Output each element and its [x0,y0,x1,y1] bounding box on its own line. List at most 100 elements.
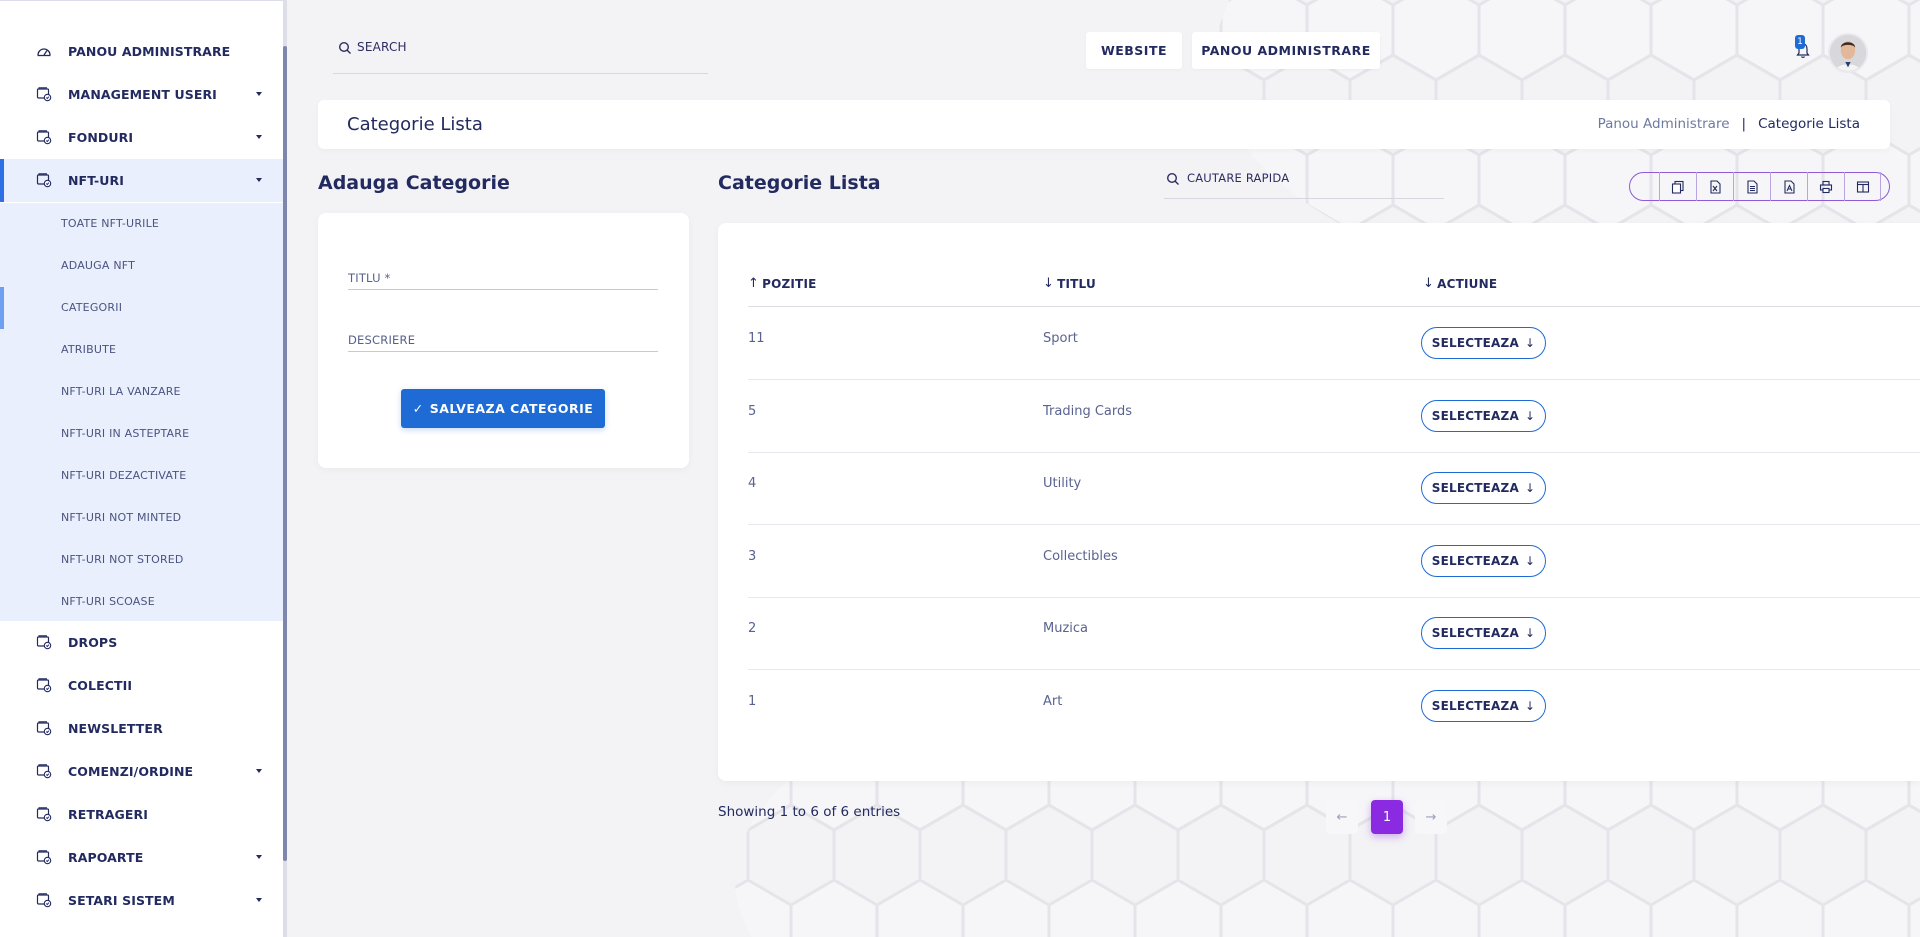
columns-icon [1856,180,1869,193]
save-category-button[interactable]: ✓ SALVEAZA CATEGORIE [401,389,605,428]
submenu-item-toate-nft-urile[interactable]: Toate NFT-urile [0,203,283,245]
select-button[interactable]: SELECTEAZA ↓ [1421,617,1546,650]
sidebar-item-retrageri[interactable]: Retrageri [0,793,283,836]
select-button-label: SELECTEAZA [1431,481,1519,496]
wallet-icon [36,86,52,102]
admin-panel-button[interactable]: PANOU ADMINISTRARE [1192,32,1380,69]
cell-titlu: Trading Cards [1043,403,1133,419]
sidebar-item-newsletter[interactable]: Newsletter [0,707,283,750]
cell-pozitie: 11 [748,331,765,346]
copy-icon [1671,180,1684,194]
sidebar-item-label: Drops [68,635,118,650]
table-row: 1 Art SELECTEAZA ↓ [748,670,1920,743]
chevron-down-icon [256,178,262,182]
sidebar-item-panou-administrare[interactable]: Panou Administrare [0,30,283,73]
sidebar-item-rapoarte[interactable]: Rapoarte [0,836,283,879]
add-category-title: Adauga Categorie [318,172,510,194]
submenu-item-nft-uri-not-stored[interactable]: NFT-uri not stored [0,539,283,581]
submenu-item-label: Toate NFT-urile [61,217,160,230]
sidebar-item-colectii[interactable]: Colectii [0,664,283,707]
sidebar-item-drops[interactable]: Drops [0,621,283,664]
breadcrumb: Panou Administrare | Categorie Lista [1598,116,1860,132]
sidebar-item-fonduri[interactable]: Fonduri [0,116,283,159]
search-input[interactable] [357,36,697,58]
table-row: 3 Collectibles SELECTEAZA ↓ [748,525,1920,598]
select-button[interactable]: SELECTEAZA ↓ [1421,690,1546,722]
sidebar-item-comenzi-ordine[interactable]: Comenzi/Ordine [0,750,283,793]
category-list-title: Categorie Lista [718,172,881,194]
wallet-icon [36,634,52,650]
sidebar-item-label: Retrageri [68,807,148,822]
cell-pozitie: 4 [748,476,757,492]
sidebar-item-label: Rapoarte [68,850,144,865]
select-button[interactable]: SELECTEAZA ↓ [1421,327,1546,359]
columns-button[interactable] [1844,172,1881,201]
notification-badge: 1 [1795,35,1805,49]
submenu-item-label: NFT-uri scoase [61,595,155,608]
pdf-button[interactable] [1770,172,1807,201]
sidebar-item-setari-sistem[interactable]: Setari Sistem [0,879,283,922]
arrow-down-icon: ↓ [1524,553,1536,568]
cell-titlu: Sport [1043,331,1078,346]
titlu-input[interactable] [348,266,658,289]
submenu-item-label: NFT-uri not minted [61,511,182,524]
cell-pozitie: 3 [748,548,757,564]
wallet-icon [36,892,52,908]
excel-icon [1710,179,1721,194]
submenu-item-categorii[interactable]: Categorii [0,287,283,329]
select-button[interactable]: SELECTEAZA ↓ [1421,544,1546,577]
website-button[interactable]: WEBSITE [1086,32,1182,69]
column-header-label: POZITIE [762,276,817,291]
select-button[interactable]: SELECTEAZA ↓ [1421,472,1546,505]
sidebar-item-label: NFT-uri [68,173,125,188]
csv-button[interactable] [1733,172,1770,201]
entries-info: Showing 1 to 6 of 6 entries [718,804,901,820]
arrow-down-icon: ↓ [1524,481,1536,496]
sidebar-item-label: Colectii [68,678,133,693]
column-header-label: TITLU [1057,276,1096,291]
breadcrumb-separator: | [1741,116,1747,132]
table-row: 2 Muzica SELECTEAZA ↓ [748,597,1920,671]
column-header-actiune[interactable]: ↓ ACTIUNE [1423,276,1497,291]
pagination-next[interactable]: → [1415,800,1447,834]
quick-search-input[interactable] [1187,167,1437,189]
pagination-prev[interactable]: ← [1326,800,1358,834]
wallet-icon [36,849,52,865]
submenu-item-nft-uri-not-minted[interactable]: NFT-uri not minted [0,497,283,539]
sidebar-item-management-useri[interactable]: Management Useri [0,73,283,116]
chevron-down-icon [256,769,262,773]
column-header-pozitie[interactable]: ↑ POZITIE [748,276,817,291]
cell-titlu: Collectibles [1043,548,1118,564]
submenu-item-nft-uri-in-asteptare[interactable]: NFT-uri in asteptare [0,413,283,455]
descriere-input[interactable] [348,328,658,351]
category-table: ↑ POZITIE ↓ TITLU ↓ ACTIUNE 11 Sport SELEC… [718,223,1920,781]
arrow-down-icon: ↓ [1524,408,1536,423]
submenu-item-nft-uri-dezactivate[interactable]: NFT-uri dezactivate [0,455,283,497]
arrow-down-icon: ↓ [1524,626,1536,641]
sidebar-scrollbar-thumb[interactable] [283,46,287,861]
sidebar-item-nft-uri[interactable]: NFT-uri [0,159,283,202]
descriere-field [348,328,658,352]
pagination-page-1[interactable]: 1 [1371,800,1403,834]
submenu-item-label: NFT-uri in asteptare [61,427,190,440]
cell-titlu: Utility [1043,476,1082,492]
copy-button[interactable] [1659,172,1696,201]
print-icon [1819,180,1833,193]
submenu-item-atribute[interactable]: Atribute [0,329,283,371]
save-category-label: SALVEAZA CATEGORIE [429,401,594,416]
avatar[interactable] [1828,33,1868,73]
sidebar-scrollbar[interactable] [283,0,287,937]
print-button[interactable] [1807,172,1844,201]
sort-asc-icon: ↑ [748,276,760,291]
select-button[interactable]: SELECTEAZA ↓ [1421,399,1546,432]
submenu-item-nft-uri-la-vanzare[interactable]: NFT-uri la vanzare [0,371,283,413]
wallet-icon [36,720,52,736]
sidebar-item-label: Comenzi/Ordine [68,764,194,779]
submenu-item-nft-uri-scoase[interactable]: NFT-uri scoase [0,581,283,623]
excel-button[interactable] [1696,172,1733,201]
submenu-item-adauga-nft[interactable]: Adauga NFT [0,245,283,287]
check-icon: ✓ [412,401,424,416]
sidebar: Panou Administrare Management Useri Fondur… [0,0,283,937]
breadcrumb-home[interactable]: Panou Administrare [1598,116,1730,132]
column-header-titlu[interactable]: ↓ TITLU [1043,276,1096,291]
